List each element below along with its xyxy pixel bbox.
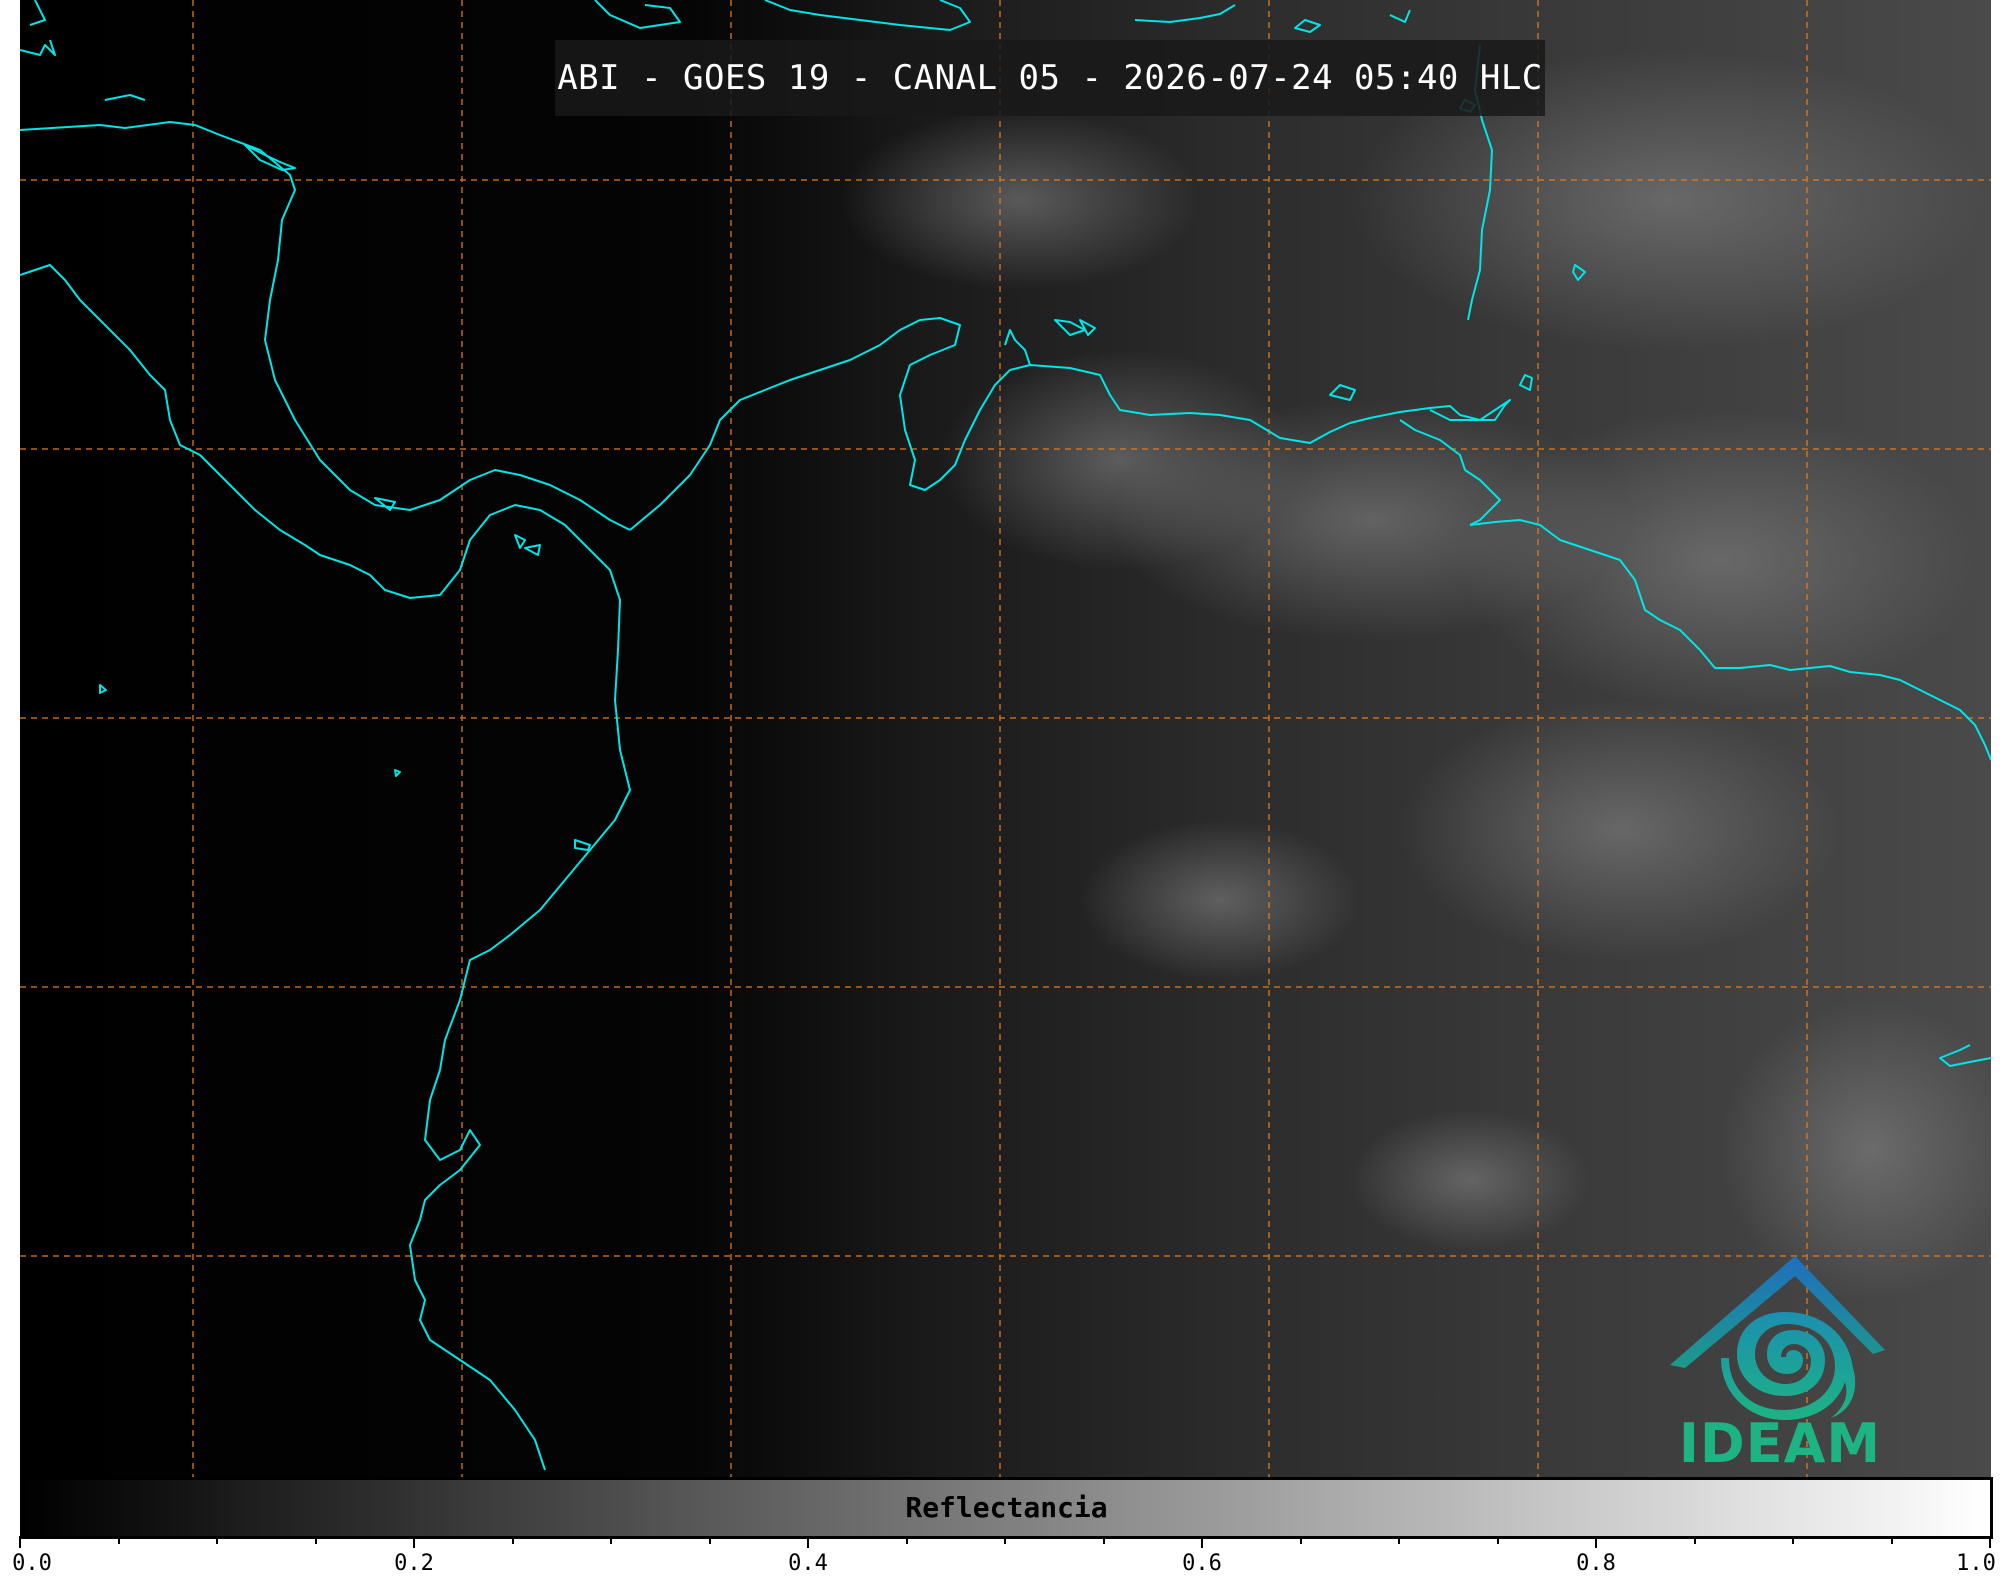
colorbar-ticks: 0.0 0.2 0.4 0.6 0.8 1.0 (12, 1536, 1996, 1577)
colorbar-minor-tick (1890, 1536, 1893, 1544)
colorbar-minor-tick (1102, 1536, 1105, 1544)
colorbar-minor-tick (314, 1536, 317, 1544)
colorbar-tick-label: 1.0 (1956, 1551, 1996, 1576)
colorbar-major-tick (807, 1536, 809, 1548)
colorbar-minor-tick (1299, 1536, 1302, 1544)
colorbar-minor-tick (905, 1536, 908, 1544)
colorbar-major-tick (1989, 1536, 1991, 1548)
colorbar: Reflectancia (20, 1477, 1993, 1539)
colorbar-tick-label: 0.8 (1576, 1551, 1616, 1576)
colorbar-major-tick (413, 1536, 415, 1548)
colorbar-minor-tick (708, 1536, 711, 1544)
colorbar-tick-label: 0.2 (394, 1551, 434, 1576)
colorbar-major-tick (1595, 1536, 1597, 1548)
colorbar-minor-tick (1398, 1536, 1400, 1544)
colorbar-tick-label: 0.4 (788, 1551, 828, 1576)
colorbar-label: Reflectancia (905, 1491, 1108, 1524)
colorbar-minor-tick (511, 1536, 514, 1544)
colorbar-minor-tick (216, 1536, 218, 1544)
ideam-logo-text: IDEAM (1678, 1412, 1882, 1475)
colorbar-major-tick (1201, 1536, 1203, 1548)
colorbar-tick-label: 0.0 (12, 1551, 52, 1576)
colorbar-minor-tick (1496, 1536, 1499, 1544)
title-box: ABI - GOES 19 - CANAL 05 - 2026-07-24 05… (555, 40, 1545, 116)
map-title: ABI - GOES 19 - CANAL 05 - 2026-07-24 05… (557, 58, 1543, 98)
colorbar-tick-label: 0.6 (1182, 1551, 1222, 1576)
colorbar-minor-tick (1004, 1536, 1006, 1544)
colorbar-minor-tick (610, 1536, 612, 1544)
colorbar-minor-tick (1792, 1536, 1794, 1544)
colorbar-minor-tick (117, 1536, 120, 1544)
colorbar-major-tick (19, 1536, 21, 1548)
colorbar-minor-tick (1693, 1536, 1696, 1544)
